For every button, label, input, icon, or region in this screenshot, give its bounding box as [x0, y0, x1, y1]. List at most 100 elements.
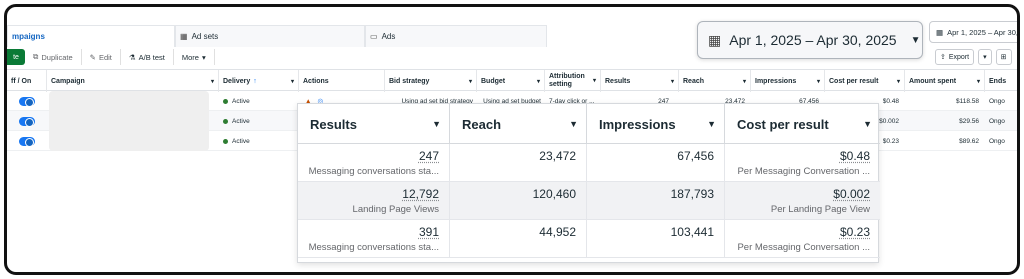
status-dot — [223, 118, 228, 124]
zoom-row[interactable]: 247 Messaging conversations sta... 23,472… — [298, 144, 880, 182]
tab-adsets-label: Ad sets — [191, 32, 219, 41]
spent-value: $118.58 — [955, 97, 979, 105]
col-cost-per-result[interactable]: Cost per result ▾ — [825, 70, 905, 92]
date-range-label: Apr 1, 2025 – Apr 30, 2025 — [729, 32, 897, 48]
zoom-col-impressions[interactable]: Impressions ▼ — [587, 104, 725, 144]
zoom-cpr-value[interactable]: $0.002 — [833, 187, 870, 201]
ends-value: Ongo — [989, 137, 1005, 145]
col-onoff[interactable]: ff / On — [7, 70, 47, 92]
spent-value: $29.56 — [959, 117, 979, 125]
edit-button[interactable]: ✎ Edit — [82, 49, 121, 65]
ab-test-button[interactable]: ⚗ A/B test — [121, 49, 174, 65]
ab-test-label: A/B test — [138, 52, 165, 62]
status-dot — [223, 98, 228, 104]
zoom-col-reach[interactable]: Reach ▼ — [450, 104, 587, 144]
more-button[interactable]: More ▾ — [174, 49, 215, 65]
zoom-reach-cell: 44,952 — [450, 220, 587, 258]
cpr-value: $0.23 — [882, 137, 899, 145]
tab-ads[interactable]: ▭ Ads — [365, 25, 547, 47]
caret-down-icon: ▾ — [896, 78, 900, 85]
zoom-col-cost-per-result[interactable]: Cost per result ▼ — [725, 104, 880, 144]
campaign-toggle[interactable] — [19, 91, 35, 111]
caret-down-icon: ▾ — [742, 78, 746, 85]
col-delivery-label: Delivery — [223, 77, 251, 85]
col-attribution[interactable]: Attribution setting ▾ — [545, 70, 601, 92]
toggle-switch[interactable] — [19, 96, 35, 107]
col-ends[interactable]: Ends — [985, 70, 1017, 92]
zoom-col-impressions-label: Impressions — [599, 116, 676, 132]
zoom-cpr-cell: $0.48 Per Messaging Conversation ... — [725, 144, 880, 182]
spent-cell: $118.58 — [905, 91, 983, 111]
col-actions-label: Actions — [303, 77, 329, 85]
caret-down-icon: ▾ — [536, 78, 540, 85]
campaign-toggle[interactable] — [19, 111, 35, 131]
date-range-picker[interactable]: ▦ Apr 1, 2025 – Apr 30, 2025 ▼ — [697, 21, 923, 59]
tab-campaigns[interactable]: mpaigns — [7, 25, 175, 47]
col-campaign[interactable]: Campaign ▾ — [47, 70, 219, 92]
pencil-icon: ✎ — [89, 52, 96, 62]
zoom-row[interactable]: 391 Messaging conversations sta... 44,952… — [298, 220, 880, 258]
export-caret-button[interactable]: ▾ — [978, 49, 992, 65]
zoom-results-value[interactable]: 247 — [419, 149, 439, 163]
caret-down-icon: ▼ — [707, 119, 716, 129]
toggle-switch[interactable] — [19, 116, 35, 127]
caret-down-icon: ▾ — [290, 78, 294, 85]
duplicate-icon: ⧉ — [33, 52, 39, 61]
col-actions[interactable]: Actions — [299, 70, 385, 92]
zoom-cpr-subtext: Per Messaging Conversation ... — [737, 242, 870, 253]
export-button[interactable]: ⇪ Export — [935, 49, 975, 65]
caret-down-icon: ▾ — [592, 78, 596, 84]
spent-cell: $29.56 — [905, 111, 983, 131]
col-results[interactable]: Results ▾ — [601, 70, 679, 92]
zoom-cpr-subtext: Per Messaging Conversation ... — [737, 166, 870, 177]
duplicate-label: Duplicate — [41, 52, 73, 62]
date-range-picker-small[interactable]: ▦ Apr 1, 2025 – Apr 30, 2025 — [929, 21, 1017, 43]
create-button[interactable]: te — [7, 49, 25, 65]
toggle-switch[interactable] — [19, 136, 35, 147]
more-columns-button[interactable]: ⊞ — [995, 49, 1012, 65]
zoom-impressions-cell: 67,456 — [587, 144, 725, 182]
ends-cell: Ongo — [989, 111, 1005, 131]
zoom-results-value[interactable]: 391 — [419, 225, 439, 239]
caret-down-icon: ▼ — [432, 119, 441, 129]
delivery-label: Active — [232, 117, 250, 125]
level-tabs: mpaigns ▦ Ad sets ▭ Ads — [7, 25, 567, 47]
zoom-row[interactable]: 12,792 Landing Page Views 120,460 187,793… — [298, 182, 880, 220]
col-amount-spent[interactable]: Amount spent ▾ — [905, 70, 985, 92]
caret-down-icon: ▾ — [201, 52, 206, 62]
zoom-impressions-value: 67,456 — [677, 149, 714, 163]
campaign-toggle[interactable] — [19, 131, 35, 151]
zoom-results-value[interactable]: 12,792 — [402, 187, 439, 201]
zoom-impressions-cell: 187,793 — [587, 182, 725, 220]
col-delivery[interactable]: Delivery ↑ ▾ — [219, 70, 299, 92]
ends-cell: Ongo — [989, 131, 1005, 151]
col-bid-label: Bid strategy — [389, 77, 430, 85]
sort-up-icon: ↑ — [253, 77, 257, 85]
col-campaign-label: Campaign — [51, 77, 85, 85]
duplicate-button[interactable]: ⧉ Duplicate — [25, 49, 82, 65]
col-budget-label: Budget — [481, 77, 506, 85]
zoom-col-cpr-label: Cost per result — [737, 116, 829, 132]
tab-campaigns-label: mpaigns — [12, 32, 45, 41]
zoom-col-results[interactable]: Results ▼ — [298, 104, 450, 144]
zoom-cpr-subtext: Per Landing Page View — [770, 204, 870, 215]
more-label: More — [181, 52, 199, 62]
tab-adsets[interactable]: ▦ Ad sets — [175, 25, 365, 47]
redacted-campaign-names — [49, 91, 209, 151]
calendar-icon: ▦ — [936, 27, 944, 37]
col-budget[interactable]: Budget ▾ — [477, 70, 545, 92]
col-bid-strategy[interactable]: Bid strategy ▾ — [385, 70, 477, 92]
col-reach[interactable]: Reach ▾ — [679, 70, 751, 92]
cpr-value: $0.002 — [879, 117, 899, 125]
zoom-impressions-value: 103,441 — [670, 225, 714, 239]
col-impressions[interactable]: Impressions ▾ — [751, 70, 825, 92]
delivery-label: Active — [232, 137, 250, 145]
col-reach-label: Reach — [683, 77, 705, 85]
ends-cell: Ongo — [989, 91, 1005, 111]
flask-icon: ⚗ — [128, 52, 136, 62]
col-cpr-label: Cost per result — [829, 77, 879, 85]
zoom-cpr-value[interactable]: $0.48 — [840, 149, 870, 163]
zoom-cpr-value[interactable]: $0.23 — [840, 225, 870, 239]
zoom-impressions-value: 187,793 — [670, 187, 714, 201]
caret-down-icon: ▼ — [910, 34, 921, 46]
